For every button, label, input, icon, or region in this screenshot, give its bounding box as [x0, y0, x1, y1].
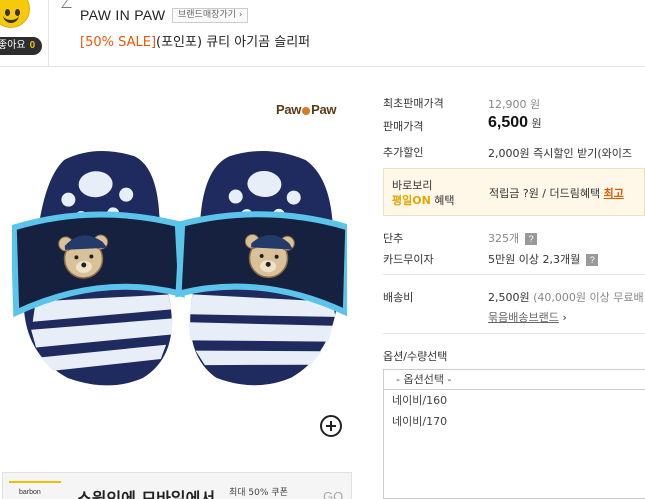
paw-dot-icon [302, 106, 311, 115]
banner-text: 스윗인에 모바일에서 [77, 489, 216, 499]
product-info-panel: 최초판매가격 12,900 원 판매가격 6,500 원 추가할인 2,000원… [383, 68, 645, 499]
product-name: (포인포) 큐티 아기곰 슬리퍼 [156, 35, 311, 50]
sale-tag: [50% SALE] [80, 35, 157, 50]
option-placeholder[interactable]: - 옵션선택 - [384, 370, 645, 390]
header-divider [48, 0, 49, 67]
smiley-like-icon[interactable] [0, 0, 30, 28]
options-label: 옵션/수량선택 [383, 350, 448, 363]
points-info: 적립금 ?원 / 더드림혜택 최고 [489, 187, 624, 200]
left-slipper [12, 150, 185, 386]
right-slipper [175, 151, 347, 386]
extra-discount-label: 추가할인 [383, 146, 424, 159]
sale-price-unit: 원 [531, 117, 542, 130]
first-price-value: 12,900 원 [488, 98, 541, 111]
extra-discount-value[interactable]: 2,000원 즉시할인 받기(와이즈 [488, 145, 632, 161]
like-label: 좋아요 [0, 40, 26, 51]
slipper-product-image[interactable] [12, 148, 347, 388]
bundle-shipping-link[interactable]: 묶음배송브랜드 › [488, 309, 567, 325]
sale-price-value: 6,500 [488, 114, 529, 131]
section-divider [383, 274, 645, 275]
unit-value: 325개? [488, 230, 538, 246]
help-icon[interactable]: ? [586, 254, 599, 266]
card-value: 5만원 이상 2,3개월? [488, 251, 599, 267]
card-label: 카드무이자 [383, 253, 434, 266]
brand-name[interactable]: PAW IN PAW [80, 7, 165, 23]
shipping-label: 배송비 [383, 291, 414, 304]
product-title: [50% SALE](포인포) 큐티 아기곰 슬리퍼 [80, 31, 310, 50]
mobile-coupon-banner[interactable]: barbon 스윗인에 모바일에서 최대 50% 쿠폰 GO [2, 472, 352, 499]
option-select[interactable]: - 옵션선택 - 네이비/160 네이비/170 [383, 369, 645, 499]
zoom-plus-icon[interactable] [320, 415, 342, 437]
promo-title: 바로보리 평일ON 혜택 [392, 179, 455, 207]
banner-sub: 최대 50% 쿠폰 [229, 488, 288, 498]
product-image-area: Paw Paw [0, 68, 362, 448]
help-icon[interactable]: ? [525, 233, 538, 245]
first-price-label: 최초판매가격 [383, 97, 444, 110]
section-divider [383, 333, 645, 334]
option-item[interactable]: 네이비/170 [384, 411, 645, 432]
smiley-mouth [3, 15, 19, 23]
unit-label: 단추 [383, 232, 404, 245]
like-button[interactable]: 좋아요 0 [0, 37, 42, 55]
pawpaw-brand-logo: Paw Paw [276, 102, 337, 117]
chevron-right-icon: › [558, 311, 567, 324]
promo-box: 바로보리 평일ON 혜택 적립금 ?원 / 더드림혜택 최고 [383, 168, 645, 216]
product-header: 좋아요 0 PAW IN PAW 브랜드매장가기 › [50% SALE](포인포… [0, 0, 645, 67]
brand-shop-button[interactable]: 브랜드매장가기 › [172, 8, 249, 23]
shipping-value: 2,500원 (40,000원 이상 무료배 [488, 291, 644, 304]
barbon-logo: barbon [9, 481, 61, 499]
option-item[interactable]: 네이비/160 [384, 390, 645, 411]
sale-price: 6,500 원 [488, 114, 542, 132]
breadcrumb-arrow-icon [61, 0, 77, 8]
banner-go-button[interactable]: GO [323, 489, 343, 499]
promo-highlight: 평일ON [392, 194, 431, 207]
sale-price-label: 판매가격 [383, 120, 424, 133]
points-link[interactable]: 최고 [604, 187, 624, 200]
like-count: 0 [29, 40, 36, 51]
